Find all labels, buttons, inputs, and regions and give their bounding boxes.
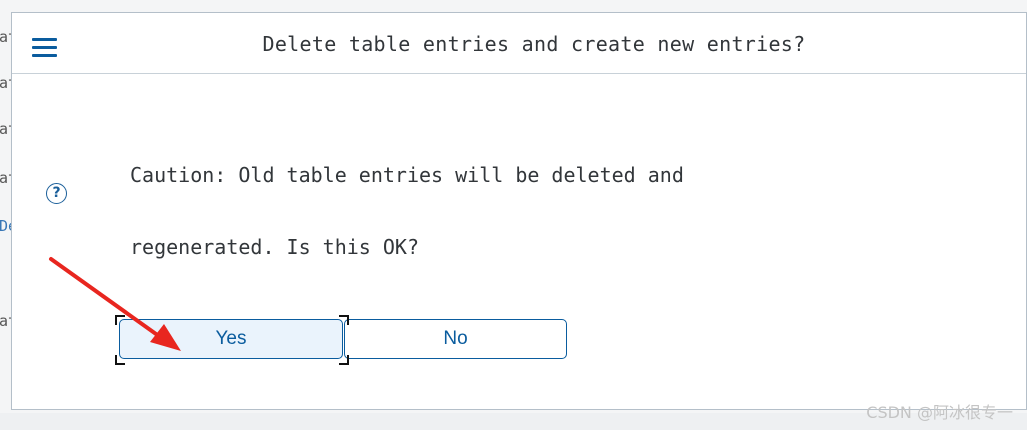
focus-corner bbox=[115, 315, 125, 325]
question-circle-icon[interactable]: ? bbox=[46, 183, 67, 204]
watermark: CSDN @阿冰很专一 bbox=[866, 403, 1013, 422]
focus-corner bbox=[339, 315, 349, 325]
focus-corner bbox=[339, 355, 349, 365]
focus-corner bbox=[115, 355, 125, 365]
dialog-title: Delete table entries and create new entr… bbox=[262, 32, 806, 56]
dialog-header: Delete table entries and create new entr… bbox=[12, 13, 1026, 74]
confirmation-dialog: Delete table entries and create new entr… bbox=[11, 12, 1027, 410]
message-line-1: Caution: Old table entries will be delet… bbox=[130, 163, 684, 187]
no-button[interactable]: No bbox=[344, 319, 567, 359]
message-line-2: regenerated. Is this OK? bbox=[130, 235, 419, 259]
yes-button[interactable]: Yes bbox=[119, 319, 343, 359]
